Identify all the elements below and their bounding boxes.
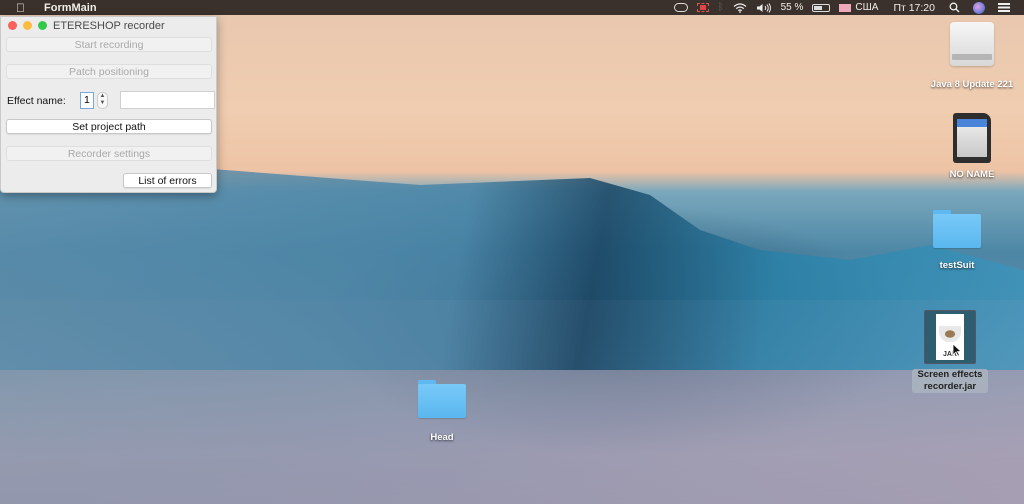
input-source-label: США — [855, 2, 879, 13]
search-icon[interactable] — [949, 2, 960, 13]
input-source[interactable]: США — [839, 2, 878, 13]
window-titlebar[interactable]: ETERESHOP recorder — [1, 17, 216, 34]
bluetooth-icon[interactable]: ᛒ — [718, 2, 724, 13]
creative-cloud-icon[interactable] — [673, 3, 688, 12]
recorder-window: ETERESHOP recorder Start recording Patch… — [0, 16, 217, 193]
chevron-down-icon[interactable]: ▼ — [100, 100, 106, 106]
desktop-icon-label: Java 8 Update 221 — [930, 79, 1014, 90]
chevron-up-icon[interactable]: ▲ — [100, 93, 106, 99]
zoom-button[interactable] — [38, 21, 47, 30]
clock[interactable]: Пт 17:20 — [893, 2, 935, 14]
desktop-icon-jar[interactable]: JAR Screen effects recorder.jar — [910, 310, 990, 393]
desktop-icon-label: Screen effects recorder.jar — [912, 369, 988, 393]
app-menu-name[interactable]: FormMain — [44, 2, 97, 14]
window-title: ETERESHOP recorder — [53, 19, 165, 32]
desktop-icon-folder-head[interactable]: Head — [406, 380, 478, 443]
battery-percent[interactable]: 55 % — [781, 2, 804, 13]
desktop-icon-label: Head — [430, 432, 454, 443]
set-project-path-button[interactable]: Set project path — [6, 119, 212, 134]
desktop-icon-label: testSuit — [939, 260, 975, 271]
close-button[interactable] — [8, 21, 17, 30]
effect-name-label: Effect name: — [7, 95, 66, 107]
recorder-settings-button[interactable]: Recorder settings — [6, 146, 212, 161]
siri-icon[interactable] — [973, 1, 985, 14]
desktop-icon-java-installer[interactable]: Java 8 Update 221 — [922, 22, 1022, 90]
volume-icon[interactable] — [756, 2, 772, 13]
notification-center-icon[interactable] — [998, 3, 1010, 12]
wifi-icon[interactable] — [733, 2, 747, 13]
mouse-cursor-icon — [952, 343, 962, 357]
folder-icon — [933, 210, 981, 248]
coffee-cup-icon — [939, 326, 961, 342]
list-of-errors-button[interactable]: List of errors — [123, 173, 212, 188]
desktop-icon-folder-testsuit[interactable]: testSuit — [922, 210, 992, 271]
drive-icon — [950, 22, 994, 66]
patch-positioning-button[interactable]: Patch positioning — [6, 64, 212, 79]
jar-file-icon: JAR — [924, 310, 976, 364]
desktop-icon-sd-card[interactable]: NO NAME — [922, 113, 1022, 180]
effect-name-input[interactable] — [120, 91, 215, 109]
battery-icon[interactable] — [812, 3, 831, 12]
effect-number-field[interactable]: 1 — [80, 92, 94, 109]
sd-card-icon — [953, 113, 991, 163]
flag-icon — [839, 3, 852, 12]
start-recording-button[interactable]: Start recording — [6, 37, 212, 52]
minimize-button[interactable] — [23, 21, 32, 30]
menu-bar:  FormMain ᛒ 55 % США Пт 17:20 — [0, 0, 1024, 15]
screen-record-icon[interactable] — [696, 3, 709, 12]
effect-number-stepper[interactable]: ▲ ▼ — [97, 92, 108, 109]
desktop-icon-label: NO NAME — [949, 169, 995, 180]
status-area: ᛒ 55 % США Пт 17:20 — [673, 0, 1024, 15]
apple-icon[interactable]:  — [16, 1, 28, 15]
folder-icon — [418, 380, 466, 418]
